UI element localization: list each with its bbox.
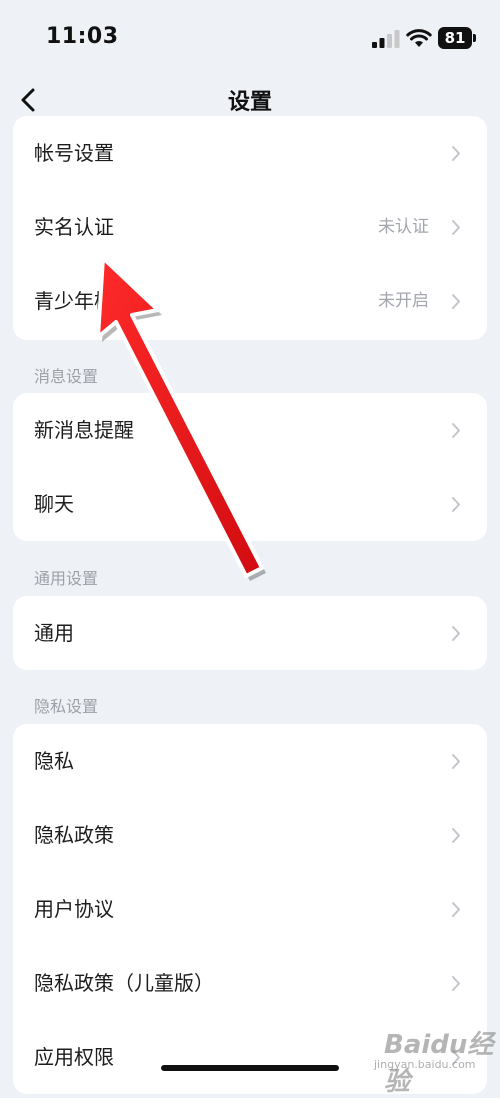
row-value: 未认证 (378, 217, 429, 237)
page-title: 设置 (227, 90, 272, 115)
chevron-right-icon (452, 754, 460, 769)
row-account-settings[interactable]: 帐号设置 (13, 116, 487, 190)
row-label: 用户协议 (34, 897, 114, 921)
chevron-right-icon (452, 976, 460, 991)
chevron-right-icon (452, 294, 460, 309)
row-value: 未开启 (378, 291, 429, 311)
chevron-right-icon (452, 497, 460, 512)
row-chat[interactable]: 聊天 (13, 467, 487, 541)
account-settings-card: 帐号设置 实名认证 未认证 青少年模式 未开启 (13, 116, 487, 340)
status-time: 11:03 (46, 24, 119, 49)
section-header-general: 通用设置 (34, 569, 99, 588)
watermark-subtext: jingyan.baidu.com (374, 1058, 476, 1071)
row-general[interactable]: 通用 (13, 596, 487, 670)
baidu-jingyan-watermark: Baidu经验 jingyan.baidu.com (358, 1018, 498, 1097)
row-privacy[interactable]: 隐私 (13, 724, 487, 798)
chevron-right-icon (452, 146, 460, 161)
row-label: 帐号设置 (34, 141, 114, 165)
row-new-message-alert[interactable]: 新消息提醒 (13, 393, 487, 467)
wifi-icon (406, 29, 432, 47)
status-bar: 11:03 81 (0, 0, 500, 78)
home-indicator[interactable] (161, 1065, 339, 1071)
general-settings-card: 通用 (13, 596, 487, 670)
row-user-agreement[interactable]: 用户协议 (13, 872, 487, 946)
section-header-privacy: 隐私设置 (34, 697, 99, 716)
row-label: 通用 (34, 621, 74, 645)
row-label: 隐私政策（儿童版） (34, 971, 214, 995)
row-label: 聊天 (34, 492, 74, 516)
cellular-signal-icon (372, 30, 400, 48)
chevron-right-icon (452, 423, 460, 438)
message-settings-card: 新消息提醒 聊天 (13, 393, 487, 541)
row-privacy-policy-children[interactable]: 隐私政策（儿童版） (13, 946, 487, 1020)
section-header-message: 消息设置 (34, 367, 99, 386)
row-teen-mode[interactable]: 青少年模式 未开启 (13, 264, 487, 338)
row-label: 实名认证 (34, 215, 114, 239)
chevron-right-icon (452, 220, 460, 235)
chevron-right-icon (452, 828, 460, 843)
row-privacy-policy[interactable]: 隐私政策 (13, 798, 487, 872)
chevron-right-icon (452, 902, 460, 917)
row-label: 青少年模式 (34, 289, 134, 313)
chevron-right-icon (452, 626, 460, 641)
row-real-name-verification[interactable]: 实名认证 未认证 (13, 190, 487, 264)
battery-level: 81 (438, 27, 472, 49)
battery-tip (473, 34, 476, 42)
battery-icon: 81 (438, 27, 476, 49)
row-label: 新消息提醒 (34, 418, 134, 442)
chevron-left-icon[interactable] (18, 84, 40, 116)
row-label: 隐私 (34, 749, 74, 773)
row-label: 隐私政策 (34, 823, 114, 847)
